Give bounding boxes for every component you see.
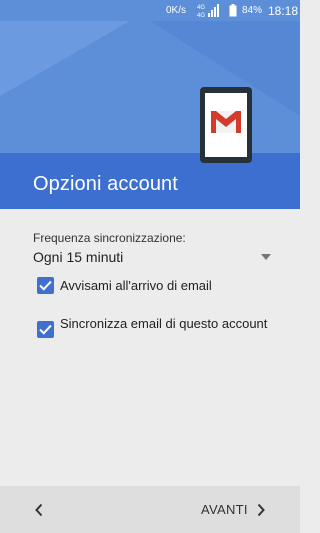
cellular-signal-icon: 4G 4G (197, 4, 219, 18)
notify-label: Avvisami all'arrivo di email (60, 278, 212, 293)
frequency-label: Frequenza sincronizzazione: (33, 231, 186, 245)
frequency-dropdown[interactable]: Ogni 15 minuti (33, 247, 271, 269)
checkmark-icon (39, 324, 52, 335)
svg-text:4G: 4G (197, 5, 205, 11)
back-button[interactable] (22, 500, 50, 520)
svg-text:4G: 4G (197, 13, 205, 18)
battery-icon (229, 4, 237, 17)
battery-percent: 84% (242, 5, 263, 16)
chevron-left-icon (35, 503, 43, 517)
next-label: AVANTI (201, 502, 248, 517)
chevron-right-icon (257, 503, 265, 517)
notify-checkbox[interactable] (37, 277, 54, 294)
clock: 18:18 (268, 4, 299, 18)
navigation-bar: AVANTI (0, 486, 300, 533)
next-button[interactable]: AVANTI (196, 494, 276, 524)
page-title: Opzioni account (33, 173, 178, 195)
header-banner: Opzioni account (0, 21, 300, 209)
dropdown-arrow-icon (261, 254, 271, 260)
status-bar: 0K/s 4G 4G 84% 18:18 (0, 0, 300, 21)
checkmark-icon (39, 280, 52, 291)
frequency-value: Ogni 15 minuti (33, 249, 124, 265)
sync-checkbox[interactable] (37, 321, 54, 338)
sync-label: Sincronizza email di questo account (60, 316, 268, 331)
network-speed: 0K/s (166, 5, 187, 16)
